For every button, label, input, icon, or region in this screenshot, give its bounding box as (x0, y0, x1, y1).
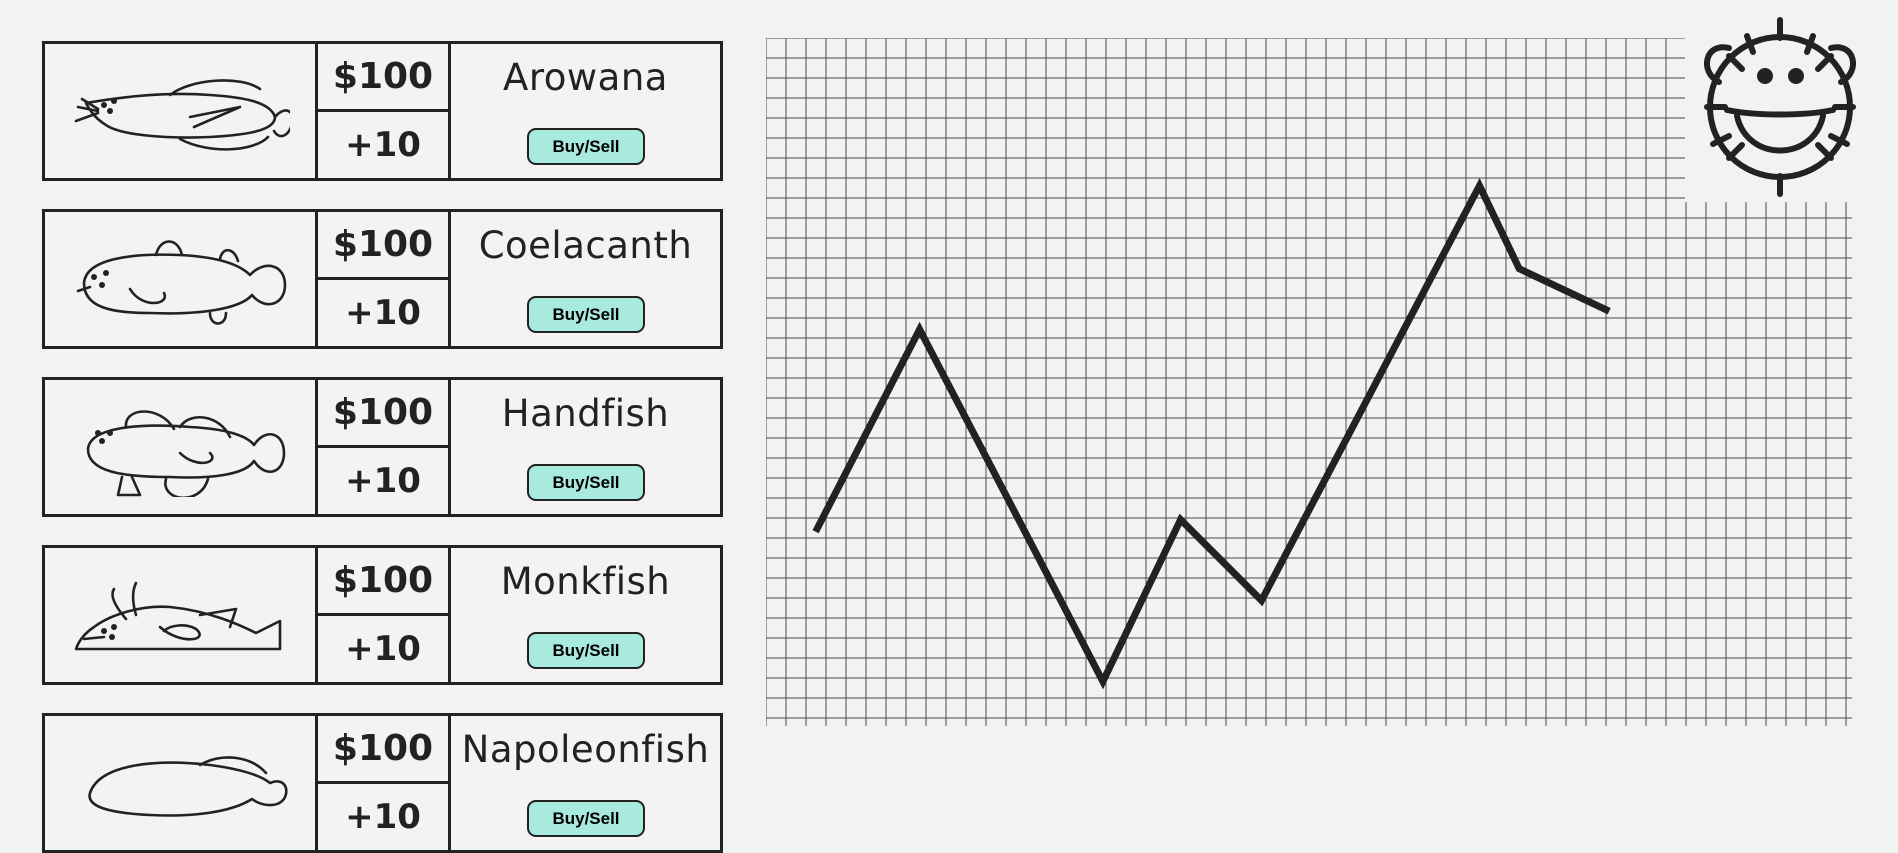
fish-price: $100 (318, 44, 451, 112)
buy-sell-button[interactable]: Buy/Sell (527, 296, 645, 333)
fish-name-cell: Monkfish Buy/Sell (451, 548, 720, 682)
fish-card-arowana: .f{fill:#222;stroke:none} $100+10Arowana B… (42, 41, 723, 181)
arowana-icon: .f{fill:#222;stroke:none} (70, 61, 290, 161)
napoleonfish-icon: .f{fill:#222;stroke:none} (70, 733, 290, 833)
fish-price: $100 (318, 716, 451, 784)
fish-name: Coelacanth (451, 224, 720, 267)
fish-income: +10 (318, 112, 451, 178)
fish-income: +10 (318, 784, 451, 850)
handfish-icon: .f{fill:#222;stroke:none} (70, 397, 290, 497)
fish-image-cell: .f{fill:#222;stroke:none} (45, 44, 318, 178)
price-line (816, 186, 1610, 682)
fish-name-cell: Napoleonfish Buy/Sell (451, 716, 720, 850)
fish-name: Monkfish (451, 560, 720, 603)
fish-card-monkfish: .f{fill:#222;stroke:none} $100+10Monkfish… (42, 545, 723, 685)
fish-image-cell: .f{fill:#222;stroke:none} (45, 716, 318, 850)
fish-card-coelacanth: .f{fill:#222;stroke:none} $100+10Coelacan… (42, 209, 723, 349)
coelacanth-icon: .f{fill:#222;stroke:none} (70, 229, 290, 329)
fish-card-handfish: .f{fill:#222;stroke:none} $100+10Handfish… (42, 377, 723, 517)
buy-sell-button[interactable]: Buy/Sell (527, 632, 645, 669)
fish-income: +10 (318, 280, 451, 346)
fish-price: $100 (318, 548, 451, 616)
pufferfish-face-icon (1685, 12, 1875, 202)
fish-card-napoleonfish: .f{fill:#222;stroke:none} $100+10Napoleon… (42, 713, 723, 853)
fish-name-cell: Coelacanth Buy/Sell (451, 212, 720, 346)
fish-image-cell: .f{fill:#222;stroke:none} (45, 212, 318, 346)
fish-price: $100 (318, 380, 451, 448)
fish-name: Arowana (451, 56, 720, 99)
fish-name: Handfish (451, 392, 720, 435)
fish-name: Napoleonfish (451, 728, 720, 771)
fish-name-cell: Handfish Buy/Sell (451, 380, 720, 514)
fish-price: $100 (318, 212, 451, 280)
buy-sell-button[interactable]: Buy/Sell (527, 128, 645, 165)
fish-income: +10 (318, 616, 451, 682)
buy-sell-button[interactable]: Buy/Sell (527, 464, 645, 501)
fish-income: +10 (318, 448, 451, 514)
fish-image-cell: .f{fill:#222;stroke:none} (45, 548, 318, 682)
fish-image-cell: .f{fill:#222;stroke:none} (45, 380, 318, 514)
buy-sell-button[interactable]: Buy/Sell (527, 800, 645, 837)
fish-name-cell: Arowana Buy/Sell (451, 44, 720, 178)
monkfish-icon: .f{fill:#222;stroke:none} (70, 565, 290, 665)
